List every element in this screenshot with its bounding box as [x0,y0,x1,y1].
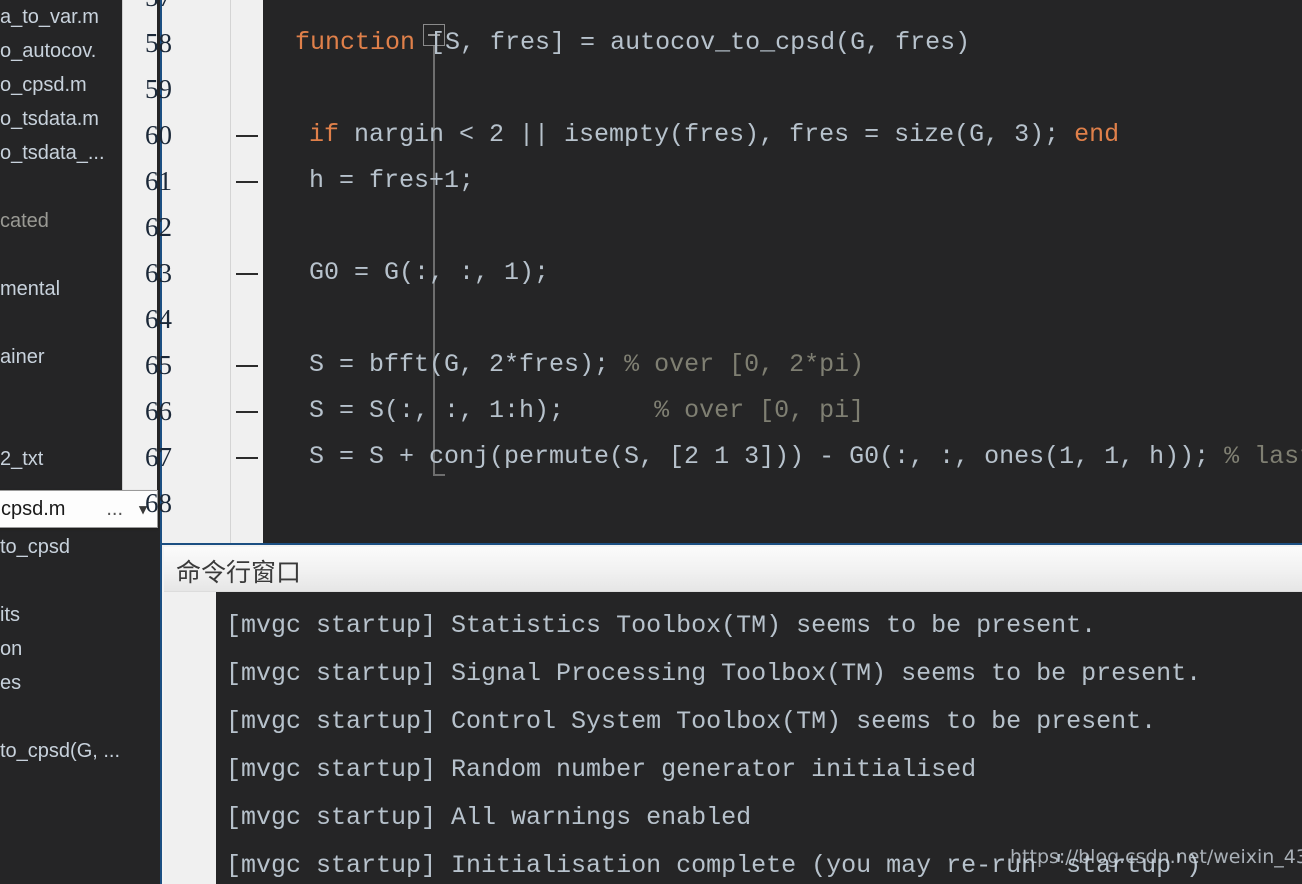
line-number: 62 [145,212,172,242]
code-comment: % last [1224,442,1302,471]
sidebar-item[interactable]: 2_txt [0,442,122,476]
code-line[interactable]: h = fres+1; [309,158,474,204]
command-window-gutter [164,592,216,884]
line-number: 65 [145,350,172,380]
sidebar-secondary-list[interactable]: to_cpsdits on es to_cpsd(G, ... [0,530,160,768]
code-text: S = S + conj(permute(S, [2 1 3])) - G0(:… [309,442,1225,471]
editor-gutter: 575859606162636465666768 [145,0,230,543]
file-selector-label: cpsd.m [1,497,66,520]
executable-line-marker [236,273,258,275]
line-number: 58 [145,28,172,58]
console-output-line: [mvgc startup] All warnings enabled [226,803,752,832]
code-line[interactable]: function [S, fres] = autocov_to_cpsd(G, … [295,20,970,66]
code-keyword: end [1074,120,1120,149]
console-output-line: [mvgc startup] Signal Processing Toolbox… [226,659,1202,688]
code-text: nargin < 2 || isempty(fres), fres = size… [339,120,1075,149]
code-keyword: function [295,28,416,57]
sidebar-item[interactable]: o_tsdata.m [0,102,122,136]
line-number: 57 [112,0,172,20]
sidebar-item[interactable]: to_cpsd [0,530,160,564]
line-number: 68 [145,488,172,518]
console-output-line: [mvgc startup] Initialisation complete (… [226,851,1202,880]
console-output-line: [mvgc startup] Statistics Toolbox(TM) se… [226,611,1097,640]
code-line[interactable]: S = bfft(G, 2*fres); % over [0, 2*pi) [309,342,864,388]
code-line[interactable]: G0 = G(:, :, 1); [309,250,549,296]
sidebar-item[interactable]: mental [0,272,122,306]
code-text: [S, fres] = autocov_to_cpsd(G, fres) [415,28,971,57]
executable-line-marker [236,411,258,413]
code-line[interactable]: if nargin < 2 || isempty(fres), fres = s… [309,112,1119,158]
line-number: 63 [145,258,172,288]
code-keyword: if [309,120,340,149]
code-text: S = S(:, :, 1:h); [309,396,655,425]
code-text: S = bfft(G, 2*fres); [309,350,625,379]
line-number: 67 [145,442,172,472]
sidebar-item[interactable]: a_to_var.m [0,0,122,34]
console-output-line: [mvgc startup] Random number generator i… [226,755,977,784]
line-number: 66 [145,396,172,426]
line-number: 59 [145,74,172,104]
command-window: 命令行窗口 [mvgc startup] Statistics Toolbox(… [160,545,1302,884]
sidebar-item[interactable]: on [0,632,160,666]
code-comment: % over [0, pi] [654,396,865,425]
sidebar-item[interactable]: o_tsdata_... [0,136,122,170]
line-number: 61 [145,166,172,196]
sidebar-item[interactable]: to_cpsd(G, ... [0,734,160,768]
console-output-line: [mvgc startup] Control System Toolbox(TM… [226,707,1157,736]
matlab-window: a_to_var.m o_autocov. o_cpsd.m o_tsdata.m o_… [0,0,1302,884]
command-window-title: 命令行窗口 [176,558,302,587]
line-number: 60 [145,120,172,150]
code-comment: % over [0, 2*pi) [624,350,865,379]
sidebar-item[interactable]: es [0,666,160,700]
sidebar-item[interactable]: o_cpsd.m [0,68,122,102]
code-text: h = fres+1; [309,166,475,195]
code-line[interactable]: S = S(:, :, 1:h); % over [0, pi] [309,388,864,434]
command-window-titlebar: 命令行窗口 [164,547,1302,592]
editor-fold-column[interactable] [231,0,263,543]
command-window-output[interactable]: [mvgc startup] Statistics Toolbox(TM) se… [216,592,1302,884]
code-line[interactable]: S = S + conj(permute(S, [2 1 3])) - G0(:… [309,434,1302,480]
sidebar-item[interactable]: ainer [0,340,122,374]
executable-line-marker [236,365,258,367]
sidebar-item[interactable]: cated [0,204,122,238]
sidebar-item[interactable]: o_autocov. [0,34,122,68]
sidebar-item[interactable]: its [0,598,160,632]
executable-line-marker [236,457,258,459]
editor-code-area[interactable]: function [S, fres] = autocov_to_cpsd(G, … [263,0,1302,543]
code-editor[interactable]: 575859606162636465666768 function [S, fr… [145,0,1302,545]
executable-line-marker [236,135,258,137]
executable-line-marker [236,181,258,183]
sidebar-file-list[interactable]: a_to_var.m o_autocov. o_cpsd.m o_tsdata.m o_… [0,0,122,476]
code-text: G0 = G(:, :, 1); [309,258,550,287]
line-number: 64 [145,304,172,334]
